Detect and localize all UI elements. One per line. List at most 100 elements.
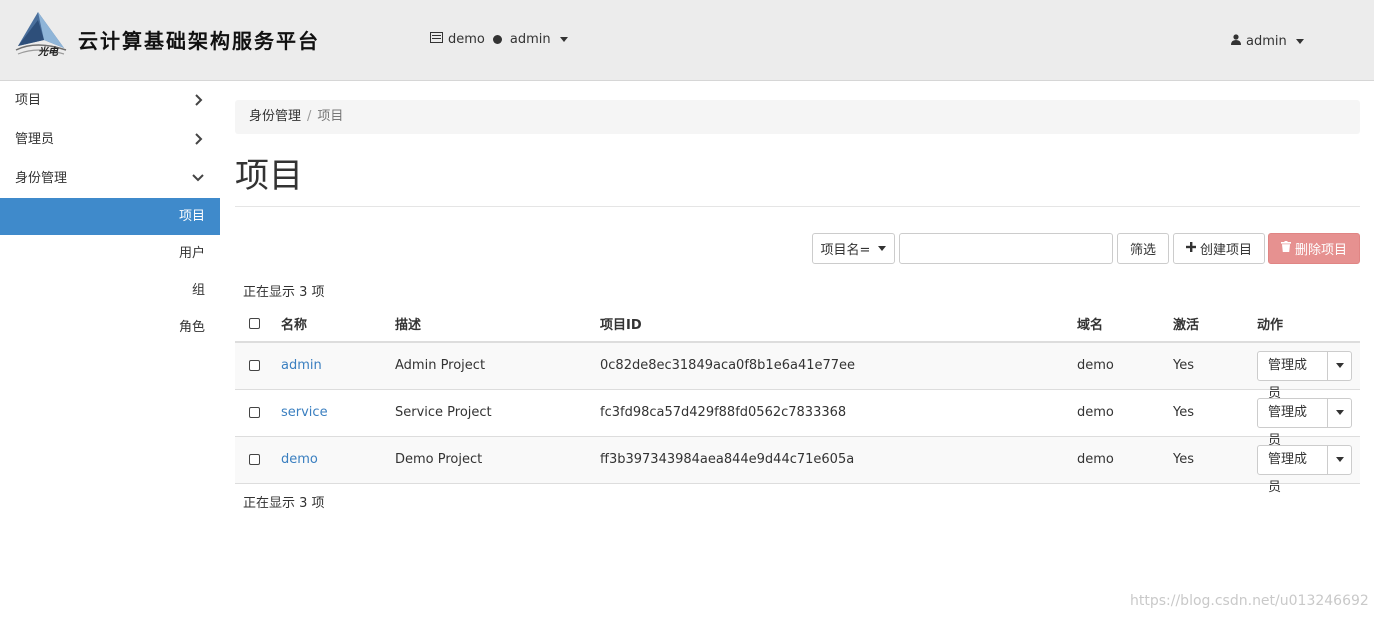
- sidebar-subitem-projects[interactable]: 项目: [0, 198, 220, 235]
- trash-icon: [1280, 241, 1291, 256]
- top-navbar: 光电 云计算基础架构服务平台 demo admin admin: [0, 0, 1374, 81]
- column-header-project-id[interactable]: 项目ID: [592, 306, 1069, 343]
- chevron-right-icon: [194, 120, 204, 159]
- project-description: Demo Project: [387, 436, 592, 484]
- more-actions-dropdown[interactable]: [1328, 352, 1351, 380]
- breadcrumb-current: 项目: [317, 109, 344, 124]
- sidebar-item-label: 管理员: [15, 132, 55, 147]
- brand-title: 云计算基础架构服务平台: [78, 29, 320, 53]
- breadcrumb-separator: /: [307, 109, 312, 124]
- plus-icon: [1185, 241, 1196, 256]
- project-name-link[interactable]: admin: [281, 358, 322, 373]
- caret-down-icon: [559, 37, 568, 42]
- caret-down-icon: [1335, 363, 1344, 369]
- project-description: Service Project: [387, 389, 592, 437]
- manage-members-button[interactable]: 管理成员: [1258, 445, 1329, 495]
- project-name-link[interactable]: service: [281, 405, 328, 420]
- caret-down-icon: [1335, 410, 1344, 415]
- row-action-group: 管理成员: [1257, 350, 1352, 401]
- sidebar-subitem-roles[interactable]: 角色: [0, 309, 220, 346]
- sidebar-subitem-groups[interactable]: 组: [0, 272, 220, 309]
- sidebar-item-project[interactable]: 项目: [0, 81, 220, 120]
- chevron-right-icon: [194, 81, 204, 120]
- filter-field-label: 项目名=: [820, 243, 871, 258]
- caret-down-icon: [1335, 457, 1344, 462]
- row-checkbox[interactable]: [249, 454, 260, 465]
- manage-members-button[interactable]: 管理成员: [1258, 351, 1329, 401]
- sidebar-item-admin[interactable]: 管理员: [0, 120, 220, 159]
- column-header-name[interactable]: 名称: [273, 306, 387, 343]
- project-description: Admin Project: [387, 342, 592, 390]
- filter-input[interactable]: [899, 233, 1113, 264]
- column-header-enabled[interactable]: 激活: [1165, 306, 1249, 343]
- row-select-cell: [235, 436, 273, 484]
- create-project-button[interactable]: 创建项目: [1173, 233, 1265, 264]
- filter-field-dropdown[interactable]: 项目名=: [812, 233, 895, 264]
- project-id: 0c82de8ec31849aca0f8b1e6a41e77ee: [592, 342, 1069, 390]
- breadcrumb-parent[interactable]: 身份管理: [249, 109, 301, 124]
- server-icon: [430, 32, 443, 47]
- project-domain: demo: [1069, 389, 1165, 437]
- column-header-description[interactable]: 描述: [387, 306, 592, 343]
- row-checkbox[interactable]: [249, 360, 260, 372]
- logo-icon[interactable]: 光电: [14, 10, 68, 60]
- delete-projects-button[interactable]: 删除项目: [1268, 233, 1360, 264]
- project-enabled: Yes: [1165, 436, 1249, 484]
- table-row: admin Admin Project 0c82de8ec31849aca0f8…: [235, 342, 1360, 401]
- row-action-group: 管理成员: [1257, 444, 1352, 495]
- row-actions-cell: 管理成员: [1249, 342, 1360, 401]
- row-action-group: 管理成员: [1257, 397, 1352, 448]
- project-name-cell: demo: [273, 436, 387, 484]
- select-all-cell: [235, 306, 273, 343]
- context-project: demo: [448, 32, 485, 47]
- project-enabled: Yes: [1165, 389, 1249, 437]
- caret-down-icon: [878, 246, 887, 251]
- page-title: 项目: [235, 156, 303, 196]
- sidebar-item-label: 项目: [15, 93, 42, 108]
- filter-button[interactable]: 筛选: [1117, 233, 1169, 264]
- context-user: admin: [509, 32, 551, 47]
- row-select-cell: [235, 342, 273, 390]
- sidebar-subitem-users[interactable]: 用户: [0, 235, 220, 272]
- project-name-link[interactable]: demo: [281, 452, 318, 467]
- project-enabled: Yes: [1165, 342, 1249, 390]
- watermark: https://blog.csdn.net/u013246692: [1130, 593, 1369, 609]
- projects-table: 名称 描述 项目ID 域名 激活 动作 admin Admin Project …: [235, 306, 1360, 495]
- title-divider: [235, 206, 1360, 207]
- project-domain: demo: [1069, 436, 1165, 484]
- item-count-bottom: 正在显示 3 项: [243, 496, 325, 511]
- row-actions-cell: 管理成员: [1249, 389, 1360, 448]
- caret-down-icon: [1295, 39, 1304, 44]
- more-actions-dropdown[interactable]: [1328, 399, 1351, 427]
- user-icon: [1231, 34, 1241, 49]
- context-separator-icon: [492, 35, 502, 44]
- row-actions-cell: 管理成员: [1249, 436, 1360, 495]
- project-id: ff3b397343984aea844e9d44c71e605a: [592, 436, 1069, 484]
- user-menu-label: admin: [1246, 34, 1287, 49]
- breadcrumb: 身份管理 / 项目: [235, 100, 1360, 134]
- row-checkbox[interactable]: [249, 407, 260, 418]
- manage-members-button[interactable]: 管理成员: [1258, 398, 1329, 448]
- create-project-label: 创建项目: [1199, 243, 1252, 258]
- sidebar: 项目 管理员 身份管理 项目 用户 组 角色: [0, 81, 220, 346]
- more-actions-dropdown[interactable]: [1328, 446, 1351, 474]
- table-header-row: 名称 描述 项目ID 域名 激活 动作: [235, 306, 1360, 343]
- sidebar-item-label: 身份管理: [15, 171, 68, 186]
- project-id: fc3fd98ca57d429f88fd0562c7833368: [592, 389, 1069, 437]
- delete-projects-label: 删除项目: [1294, 243, 1347, 258]
- filter-button-label: 筛选: [1129, 243, 1156, 258]
- table-row: service Service Project fc3fd98ca57d429f…: [235, 389, 1360, 448]
- user-menu-dropdown[interactable]: admin: [1231, 34, 1304, 49]
- column-header-domain[interactable]: 域名: [1069, 306, 1165, 343]
- column-header-actions: 动作: [1249, 306, 1360, 343]
- select-all-checkbox[interactable]: [249, 318, 260, 329]
- table-row: demo Demo Project ff3b397343984aea844e9d…: [235, 436, 1360, 495]
- item-count-top: 正在显示 3 项: [243, 285, 325, 300]
- project-name-cell: service: [273, 389, 387, 437]
- project-domain: demo: [1069, 342, 1165, 390]
- project-name-cell: admin: [273, 342, 387, 390]
- project-context-dropdown[interactable]: demo admin: [430, 32, 568, 47]
- logo-text: 光电: [38, 47, 58, 58]
- row-select-cell: [235, 389, 273, 437]
- sidebar-item-identity[interactable]: 身份管理: [0, 159, 220, 198]
